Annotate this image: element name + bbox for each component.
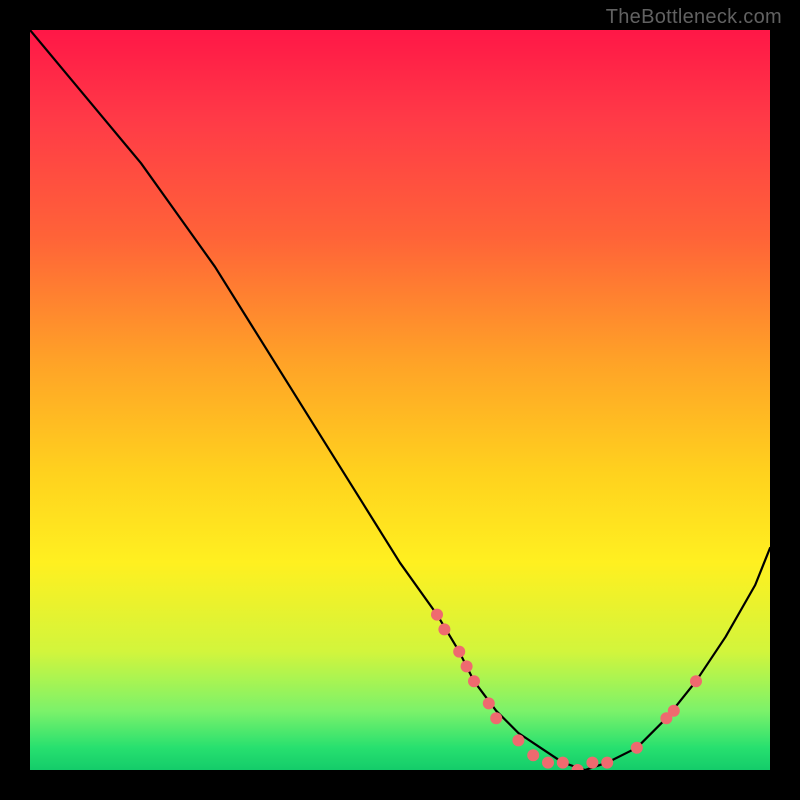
marker-rise-high	[690, 675, 702, 687]
marker-cluster-left-low	[483, 697, 495, 709]
plot-area	[30, 30, 770, 770]
marker-valley-bottom	[557, 757, 569, 769]
marker-cluster-left-mid	[461, 660, 473, 672]
marker-dots	[431, 609, 702, 770]
marker-cluster-left-upper	[431, 609, 443, 621]
marker-rise-mid	[668, 705, 680, 717]
marker-cluster-left-upper	[438, 623, 450, 635]
marker-valley-bottom	[542, 757, 554, 769]
marker-cluster-left-mid	[453, 646, 465, 658]
bottleneck-curve	[30, 30, 770, 770]
marker-valley-left	[512, 734, 524, 746]
marker-valley-right	[586, 757, 598, 769]
chart-container: TheBottleneck.com	[0, 0, 800, 800]
marker-valley-left	[527, 749, 539, 761]
marker-rise-low	[631, 742, 643, 754]
plot-svg	[30, 30, 770, 770]
marker-cluster-left-mid	[468, 675, 480, 687]
marker-cluster-left-low	[490, 712, 502, 724]
watermark-label: TheBottleneck.com	[606, 6, 782, 29]
marker-valley-bottom	[572, 764, 584, 770]
marker-valley-right	[601, 757, 613, 769]
